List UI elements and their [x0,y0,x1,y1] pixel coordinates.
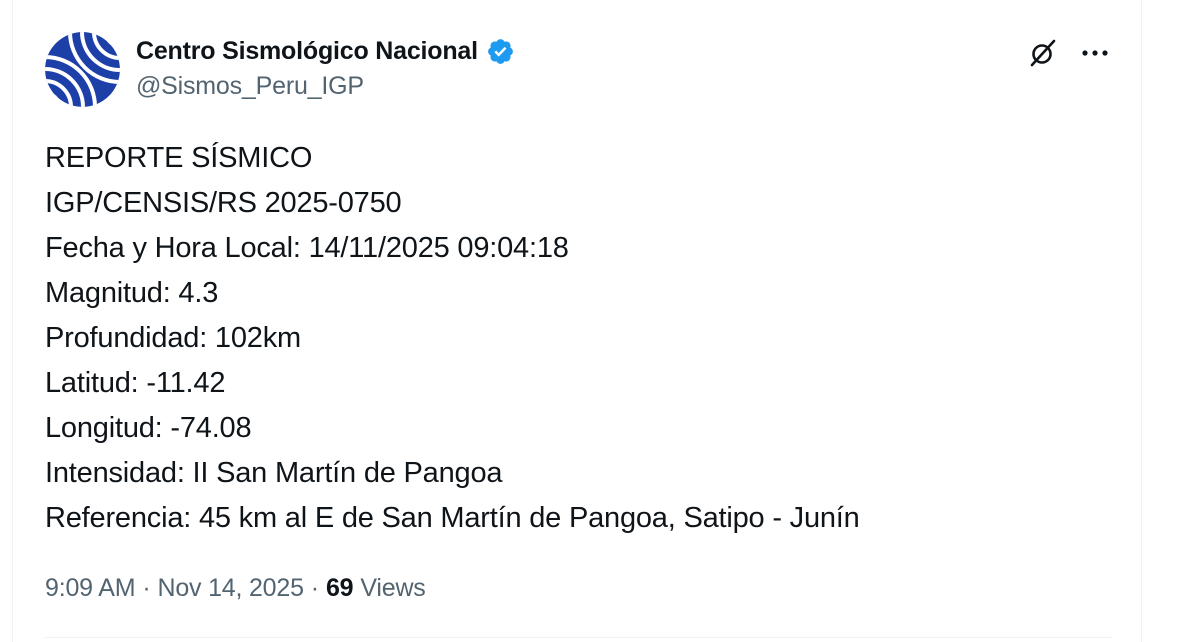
views-label: Views [360,573,426,602]
tweet-date: Nov 14, 2025 [157,573,304,602]
author-name[interactable]: Centro Sismológico Nacional [136,37,478,66]
tweet-time: 9:09 AM [45,573,136,602]
tweet-text-line: REPORTE SÍSMICO [45,142,313,174]
views-count: 69 [325,573,354,602]
timestamp-link[interactable]: 9:09 AM · Nov 14, 2025 [45,574,304,603]
tweet-text-line: Intensidad: II San Martín de Pangoa [45,457,503,489]
timeline-right-border [1141,0,1142,642]
author-handle[interactable]: @Sismos_Peru_IGP [136,72,364,101]
author-name-row: Centro Sismológico Nacional [136,34,515,68]
tweet-text-line: Latitud: -11.42 [45,367,226,399]
more-horizontal-icon [1082,50,1108,56]
avatar[interactable] [45,32,120,107]
meta-separator: · [142,573,151,602]
meta-separator: · [310,573,319,602]
grok-button[interactable] [1026,36,1060,70]
grok-icon [1030,39,1056,67]
tweet-text-line: Profundidad: 102km [45,322,301,354]
timeline-left-border [12,0,13,642]
tweet-text-line: IGP/CENSIS/RS 2025-0750 [45,187,402,219]
tweet-text-line: Magnitud: 4.3 [45,277,219,309]
tweet-text: REPORTE SÍSMICO IGP/CENSIS/RS 2025-0750 … [45,136,1125,541]
tweet-divider [45,637,1112,638]
tweet-text-line: Longitud: -74.08 [45,412,252,444]
tweet-text-line: Fecha y Hora Local: 14/11/2025 09:04:18 [45,232,569,264]
igp-logo-icon [45,32,120,107]
tweet-text-line: Referencia: 45 km al E de San Martín de … [45,502,860,534]
views-link[interactable]: 69 Views [326,574,426,603]
tweet-meta: 9:09 AM · Nov 14, 2025 · 69 Views [45,568,426,608]
verified-badge-icon[interactable] [486,37,515,66]
more-button[interactable] [1075,36,1115,70]
